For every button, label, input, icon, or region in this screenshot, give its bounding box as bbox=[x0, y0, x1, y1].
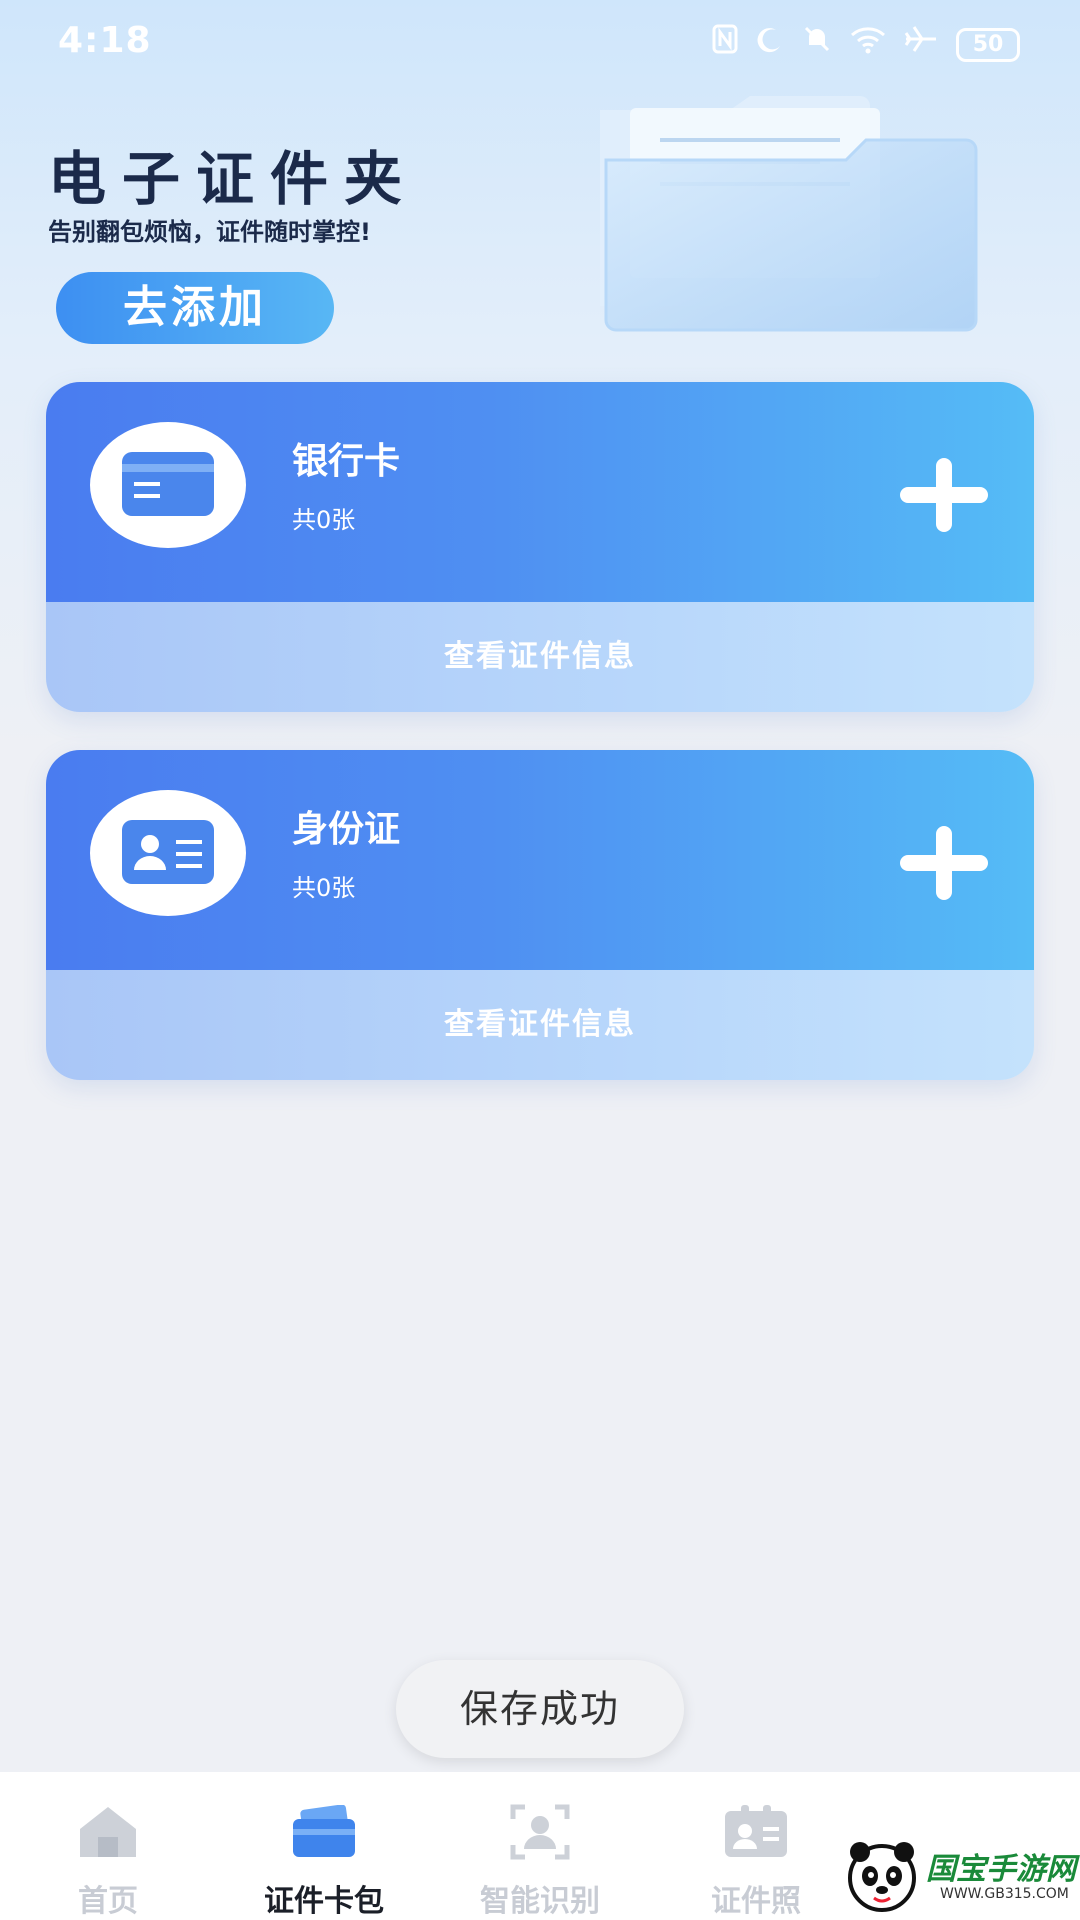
bank-card-icon bbox=[90, 422, 246, 548]
battery-indicator: 50 bbox=[956, 27, 1020, 62]
tab-label: 首页 bbox=[78, 1884, 138, 1919]
nfc-icon bbox=[712, 24, 738, 65]
mute-icon bbox=[802, 24, 832, 65]
panda-logo-icon bbox=[848, 1842, 916, 1912]
home-icon bbox=[18, 1802, 198, 1862]
bank-card-section[interactable]: 银行卡 共0张 查看证件信息 bbox=[46, 382, 1034, 712]
airplane-icon bbox=[904, 24, 938, 65]
card-name: 身份证 bbox=[292, 809, 401, 850]
plus-icon[interactable] bbox=[898, 824, 990, 902]
scan-person-icon bbox=[450, 1802, 630, 1862]
folder-illustration bbox=[590, 90, 1000, 340]
card-wallet-icon bbox=[234, 1802, 414, 1862]
card-header: 银行卡 共0张 bbox=[46, 382, 1034, 602]
page-subtitle: 告别翻包烦恼，证件随时掌控! bbox=[48, 218, 371, 246]
status-time: 4:18 bbox=[58, 20, 152, 61]
tab-home[interactable]: 首页 bbox=[18, 1802, 198, 1920]
card-count: 共0张 bbox=[292, 874, 356, 902]
watermark-url: WWW.GB315.COM bbox=[940, 1886, 1069, 1902]
view-info-button[interactable]: 查看证件信息 bbox=[46, 970, 1034, 1080]
save-success-toast: 保存成功 bbox=[396, 1660, 684, 1758]
page-title: 电子证件夹 bbox=[48, 145, 419, 213]
id-photo-icon bbox=[666, 1802, 846, 1862]
tab-label: 证件卡包 bbox=[264, 1884, 384, 1919]
tab-id-photo[interactable]: 证件照 bbox=[666, 1802, 846, 1920]
tab-smart-recognition[interactable]: 智能识别 bbox=[450, 1802, 630, 1920]
tab-card-wallet[interactable]: 证件卡包 bbox=[234, 1802, 414, 1920]
view-info-button[interactable]: 查看证件信息 bbox=[46, 602, 1034, 712]
moon-icon bbox=[756, 25, 784, 65]
add-document-button[interactable]: 去添加 bbox=[56, 272, 334, 344]
watermark-text: 国宝手游网 bbox=[926, 1852, 1076, 1887]
plus-icon[interactable] bbox=[898, 456, 990, 534]
id-card-icon bbox=[90, 790, 246, 916]
wifi-icon bbox=[850, 25, 886, 65]
status-icons: 50 bbox=[712, 24, 1020, 65]
card-name: 银行卡 bbox=[292, 441, 401, 482]
watermark: 国宝手游网 WWW.GB315.COM bbox=[830, 1830, 1080, 1920]
tab-label: 证件照 bbox=[711, 1884, 801, 1919]
id-card-section[interactable]: 身份证 共0张 查看证件信息 bbox=[46, 750, 1034, 1080]
card-count: 共0张 bbox=[292, 506, 356, 534]
card-header: 身份证 共0张 bbox=[46, 750, 1034, 970]
status-bar: 4:18 50 bbox=[0, 0, 1080, 90]
tab-label: 智能识别 bbox=[480, 1884, 600, 1919]
